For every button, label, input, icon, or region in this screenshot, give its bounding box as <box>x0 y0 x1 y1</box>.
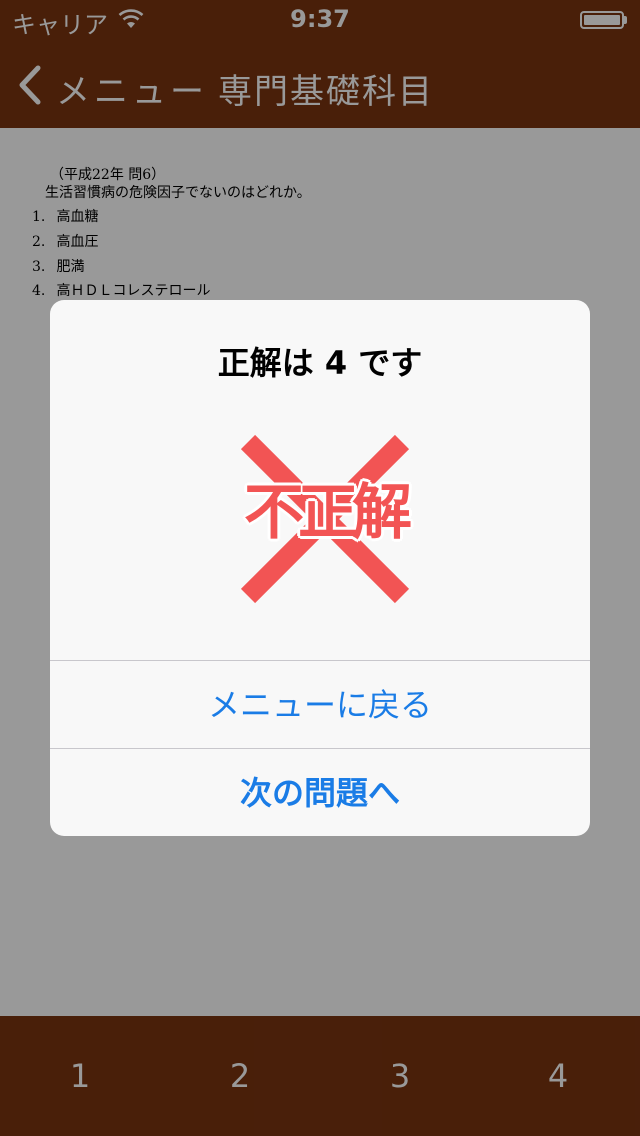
next-question-button[interactable]: 次の問題へ <box>50 749 590 836</box>
alert-title: 正解は 4 です <box>217 344 423 382</box>
incorrect-stamp: 不正解 <box>240 434 412 604</box>
back-to-menu-button[interactable]: メニューに戻る <box>50 661 590 749</box>
incorrect-label: 不正解 <box>244 478 412 548</box>
result-alert: 正解は 4 です 不正解 メニューに戻る 次の問題へ <box>50 300 590 836</box>
